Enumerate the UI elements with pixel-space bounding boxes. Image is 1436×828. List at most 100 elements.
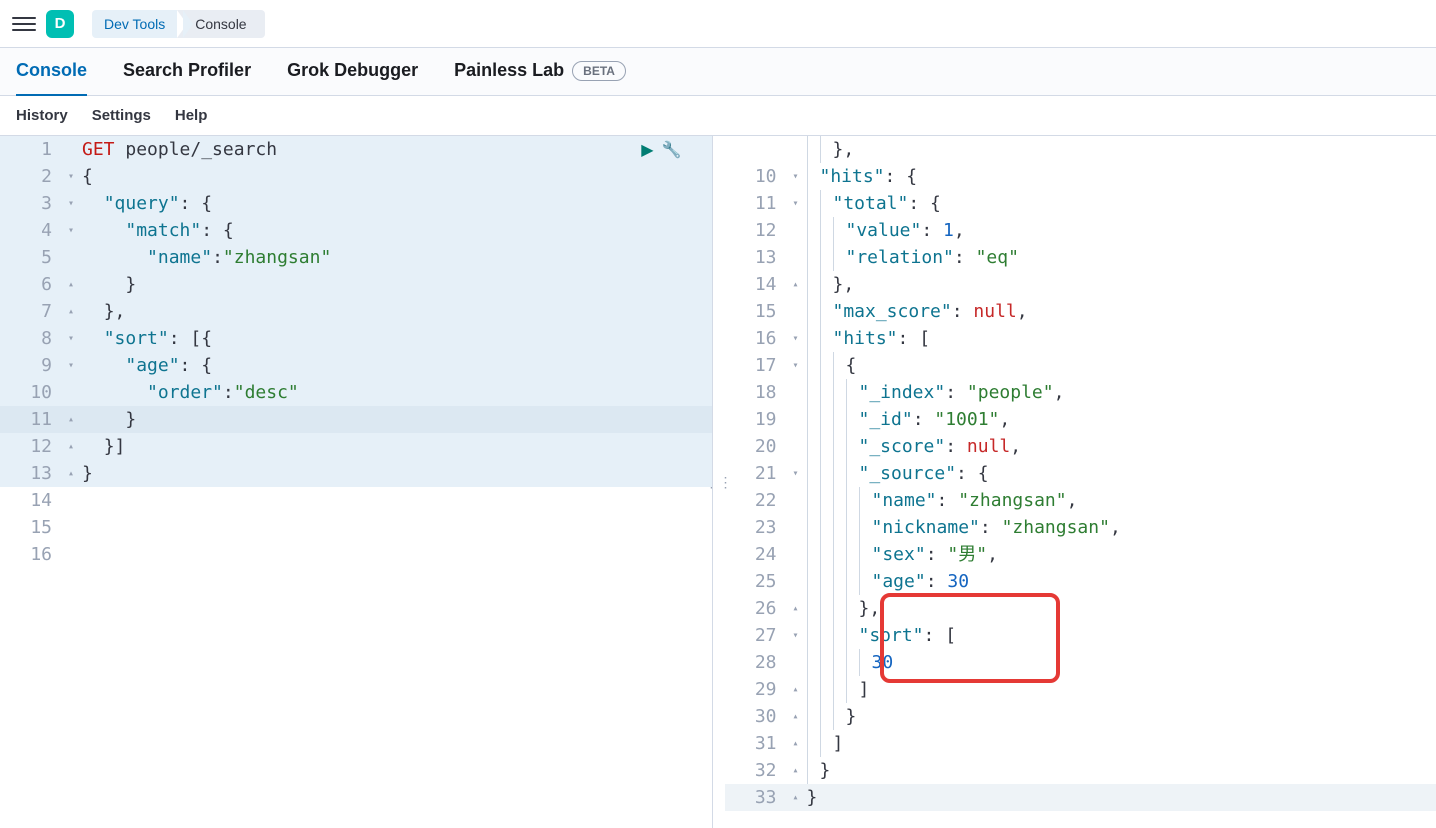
editor-line[interactable]: 27▾ "sort": [ xyxy=(725,622,1436,649)
editor-line[interactable]: 1GET people/_search xyxy=(0,136,712,163)
fold-toggle[interactable]: ▾ xyxy=(64,163,78,190)
editor-line[interactable]: 18 "_index": "people", xyxy=(725,379,1436,406)
settings-link[interactable]: Settings xyxy=(92,107,151,124)
fold-toggle[interactable]: ▴ xyxy=(789,730,803,757)
editor-line[interactable]: 31▴ ] xyxy=(725,730,1436,757)
editor-line[interactable]: 22 "name": "zhangsan", xyxy=(725,487,1436,514)
editor-line[interactable]: 28 30 xyxy=(725,649,1436,676)
editor-line[interactable]: 4▾ "match": { xyxy=(0,217,712,244)
line-number: 10 xyxy=(0,379,64,406)
history-link[interactable]: History xyxy=(16,107,68,124)
code-content: "total": { xyxy=(803,190,1436,217)
fold-toggle[interactable]: ▴ xyxy=(789,595,803,622)
editor-line[interactable]: 17▾ { xyxy=(725,352,1436,379)
fold-toggle[interactable]: ▾ xyxy=(789,352,803,379)
fold-toggle[interactable]: ▾ xyxy=(64,190,78,217)
editor-line[interactable]: 23 "nickname": "zhangsan", xyxy=(725,514,1436,541)
space-avatar[interactable]: D xyxy=(46,10,74,38)
fold-toggle[interactable]: ▴ xyxy=(64,406,78,433)
fold-toggle xyxy=(64,379,78,406)
line-number: 27 xyxy=(725,622,789,649)
request-editor[interactable]: 1GET people/_search2▾{3▾ "query": {4▾ "m… xyxy=(0,136,712,568)
editor-line[interactable]: 13 "relation": "eq" xyxy=(725,244,1436,271)
tab-console[interactable]: Console xyxy=(16,48,87,96)
editor-line[interactable]: 14 xyxy=(0,487,712,514)
editor-line[interactable]: 16▾ "hits": [ xyxy=(725,325,1436,352)
fold-toggle[interactable]: ▴ xyxy=(64,298,78,325)
editor-line[interactable]: 32▴ } xyxy=(725,757,1436,784)
editor-line[interactable]: 14▴ }, xyxy=(725,271,1436,298)
line-number: 11 xyxy=(725,190,789,217)
editor-line[interactable]: 9▾ "age": { xyxy=(0,352,712,379)
tab-search-profiler[interactable]: Search Profiler xyxy=(123,48,251,96)
tab-grok-debugger[interactable]: Grok Debugger xyxy=(287,48,418,96)
editor-line[interactable]: 11▾ "total": { xyxy=(725,190,1436,217)
fold-toggle[interactable]: ▴ xyxy=(789,784,803,811)
editor-line[interactable]: 26▴ }, xyxy=(725,595,1436,622)
editor-line[interactable]: 16 xyxy=(0,541,712,568)
editor-line[interactable]: 29▴ ] xyxy=(725,676,1436,703)
editor-line[interactable]: 24 "sex": "男", xyxy=(725,541,1436,568)
fold-toggle[interactable]: ▾ xyxy=(789,163,803,190)
editor-line[interactable]: 15 xyxy=(0,514,712,541)
editor-line[interactable]: 13▴} xyxy=(0,460,712,487)
fold-toggle[interactable]: ▾ xyxy=(64,325,78,352)
editor-line[interactable]: 12▴ }] xyxy=(0,433,712,460)
fold-toggle[interactable]: ▴ xyxy=(64,271,78,298)
fold-toggle[interactable]: ▾ xyxy=(789,190,803,217)
editor-line[interactable]: }, xyxy=(725,136,1436,163)
fold-toggle xyxy=(789,541,803,568)
menu-icon[interactable] xyxy=(12,12,36,36)
splitter-handle[interactable]: ⋮⋮ xyxy=(713,136,725,828)
fold-toggle[interactable]: ▴ xyxy=(789,271,803,298)
editor-line[interactable]: 21▾ "_source": { xyxy=(725,460,1436,487)
editor-line[interactable]: 10 "order":"desc" xyxy=(0,379,712,406)
editor-line[interactable]: 20 "_score": null, xyxy=(725,433,1436,460)
code-content: GET people/_search xyxy=(78,136,712,163)
help-link[interactable]: Help xyxy=(175,107,208,124)
fold-toggle[interactable]: ▾ xyxy=(64,352,78,379)
editor-line[interactable]: 12 "value": 1, xyxy=(725,217,1436,244)
editor-line[interactable]: 7▴ }, xyxy=(0,298,712,325)
fold-toggle[interactable]: ▾ xyxy=(789,460,803,487)
fold-toggle xyxy=(64,136,78,163)
beta-badge: BETA xyxy=(572,61,626,81)
editor-line[interactable]: 5 "name":"zhangsan" xyxy=(0,244,712,271)
code-content: "age": { xyxy=(78,352,712,379)
fold-toggle[interactable]: ▴ xyxy=(789,676,803,703)
line-number: 6 xyxy=(0,271,64,298)
fold-toggle[interactable]: ▴ xyxy=(64,433,78,460)
editor-line[interactable]: 11▴ } xyxy=(0,406,712,433)
line-number: 11 xyxy=(0,406,64,433)
editor-line[interactable]: 2▾{ xyxy=(0,163,712,190)
tab-painless-lab[interactable]: Painless LabBETA xyxy=(454,48,626,96)
line-number: 31 xyxy=(725,730,789,757)
fold-toggle[interactable]: ▴ xyxy=(789,703,803,730)
code-content: } xyxy=(803,784,1436,811)
editor-line[interactable]: 15 "max_score": null, xyxy=(725,298,1436,325)
editor-line[interactable]: 33▴} xyxy=(725,784,1436,811)
editor-line[interactable]: 25 "age": 30 xyxy=(725,568,1436,595)
editor-line[interactable]: 10▾ "hits": { xyxy=(725,163,1436,190)
line-number: 13 xyxy=(0,460,64,487)
breadcrumb-devtools[interactable]: Dev Tools xyxy=(92,10,183,38)
response-pane[interactable]: },10▾ "hits": {11▾ "total": {12 "value":… xyxy=(725,136,1436,828)
code-content: "max_score": null, xyxy=(803,298,1436,325)
request-pane[interactable]: ▶ 🔧 1GET people/_search2▾{3▾ "query": {4… xyxy=(0,136,713,828)
fold-toggle[interactable]: ▾ xyxy=(64,217,78,244)
fold-toggle[interactable]: ▾ xyxy=(789,622,803,649)
editor-line[interactable]: 19 "_id": "1001", xyxy=(725,406,1436,433)
run-icon[interactable]: ▶ xyxy=(641,140,653,160)
editor-line[interactable]: 30▴ } xyxy=(725,703,1436,730)
line-number: 26 xyxy=(725,595,789,622)
fold-toggle[interactable]: ▾ xyxy=(789,325,803,352)
code-content: "_id": "1001", xyxy=(803,406,1436,433)
fold-toggle[interactable]: ▴ xyxy=(789,757,803,784)
wrench-icon[interactable]: 🔧 xyxy=(662,140,682,160)
editor-line[interactable]: 6▴ } xyxy=(0,271,712,298)
line-number: 24 xyxy=(725,541,789,568)
editor-line[interactable]: 8▾ "sort": [{ xyxy=(0,325,712,352)
editor-line[interactable]: 3▾ "query": { xyxy=(0,190,712,217)
fold-toggle[interactable]: ▴ xyxy=(64,460,78,487)
code-content: "name": "zhangsan", xyxy=(803,487,1436,514)
